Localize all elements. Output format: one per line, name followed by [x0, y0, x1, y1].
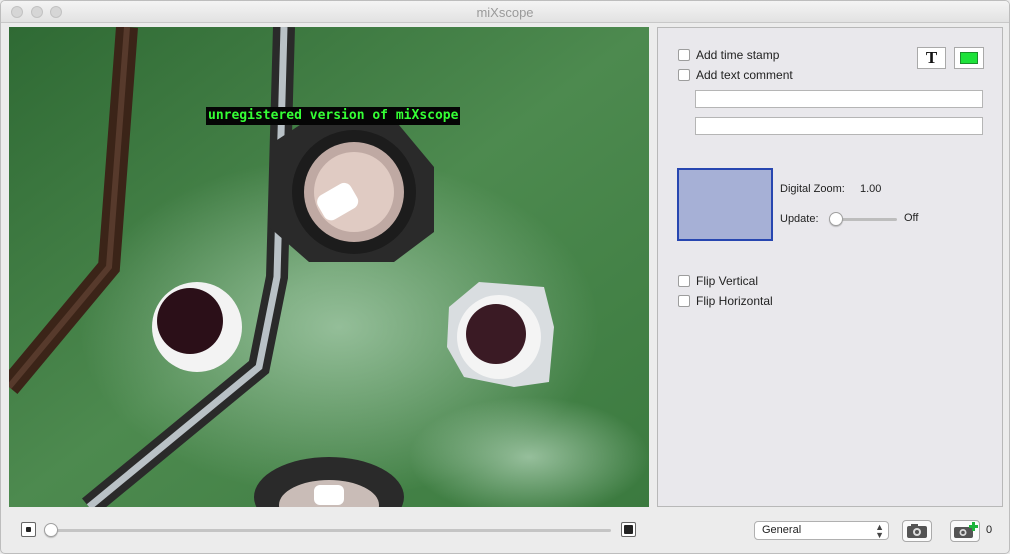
text-color-swatch: [960, 52, 978, 64]
main-slider-knob[interactable]: [44, 523, 58, 537]
app-window: miXscope unregistered version of miXscop…: [0, 0, 1010, 554]
add-text-comment-label: Add text comment: [696, 68, 793, 82]
flip-horizontal-label: Flip Horizontal: [696, 294, 773, 308]
update-state-label: Off: [904, 212, 919, 224]
digital-zoom-value: 1.00: [860, 183, 882, 195]
preset-select[interactable]: General ▲ ▼: [754, 521, 889, 540]
zoom-in-button[interactable]: [621, 522, 636, 537]
add-text-comment-option[interactable]: Add text comment: [678, 67, 793, 83]
preset-select-value: General: [762, 524, 802, 536]
update-slider-knob[interactable]: [829, 212, 843, 226]
camera-icon: [907, 524, 927, 538]
text-font-button[interactable]: T: [917, 47, 946, 69]
add-time-stamp-option[interactable]: Add time stamp: [678, 47, 779, 63]
small-square-icon: [26, 527, 31, 532]
photo-count: 0: [986, 524, 993, 536]
text-color-button[interactable]: [954, 47, 984, 69]
window-title: miXscope: [476, 5, 534, 20]
update-slider-track[interactable]: [835, 218, 897, 221]
comment-line-2-field[interactable]: [695, 117, 983, 135]
add-time-stamp-label: Add time stamp: [696, 48, 780, 62]
main-slider-track[interactable]: [49, 529, 611, 532]
add-time-stamp-checkbox[interactable]: [678, 49, 690, 61]
comment-line-1-field[interactable]: [695, 90, 983, 108]
add-text-comment-checkbox[interactable]: [678, 69, 690, 81]
add-snapshot-button[interactable]: [950, 520, 980, 542]
flip-horizontal-option[interactable]: Flip Horizontal: [678, 293, 773, 309]
flip-vertical-checkbox[interactable]: [678, 275, 690, 287]
title-bar: miXscope: [1, 1, 1009, 23]
pcb-camera-image: [9, 27, 649, 507]
snapshot-button[interactable]: [902, 520, 932, 542]
digital-zoom-preview[interactable]: [677, 168, 773, 241]
flip-vertical-option[interactable]: Flip Vertical: [678, 273, 758, 289]
flip-vertical-label: Flip Vertical: [696, 274, 759, 288]
unregistered-watermark: unregistered version of miXscope: [206, 107, 461, 125]
digital-zoom-label: Digital Zoom:: [780, 183, 845, 195]
large-square-icon: [624, 525, 633, 534]
updown-chevron-icon: ▲ ▼: [875, 522, 884, 540]
update-label: Update:: [780, 213, 819, 225]
zoom-out-button[interactable]: [21, 522, 36, 537]
settings-panel: Add time stamp Add text comment T Digita…: [657, 27, 1003, 507]
flip-horizontal-checkbox[interactable]: [678, 295, 690, 307]
camera-add-icon: [954, 522, 978, 538]
camera-view[interactable]: unregistered version of miXscope: [9, 27, 649, 507]
